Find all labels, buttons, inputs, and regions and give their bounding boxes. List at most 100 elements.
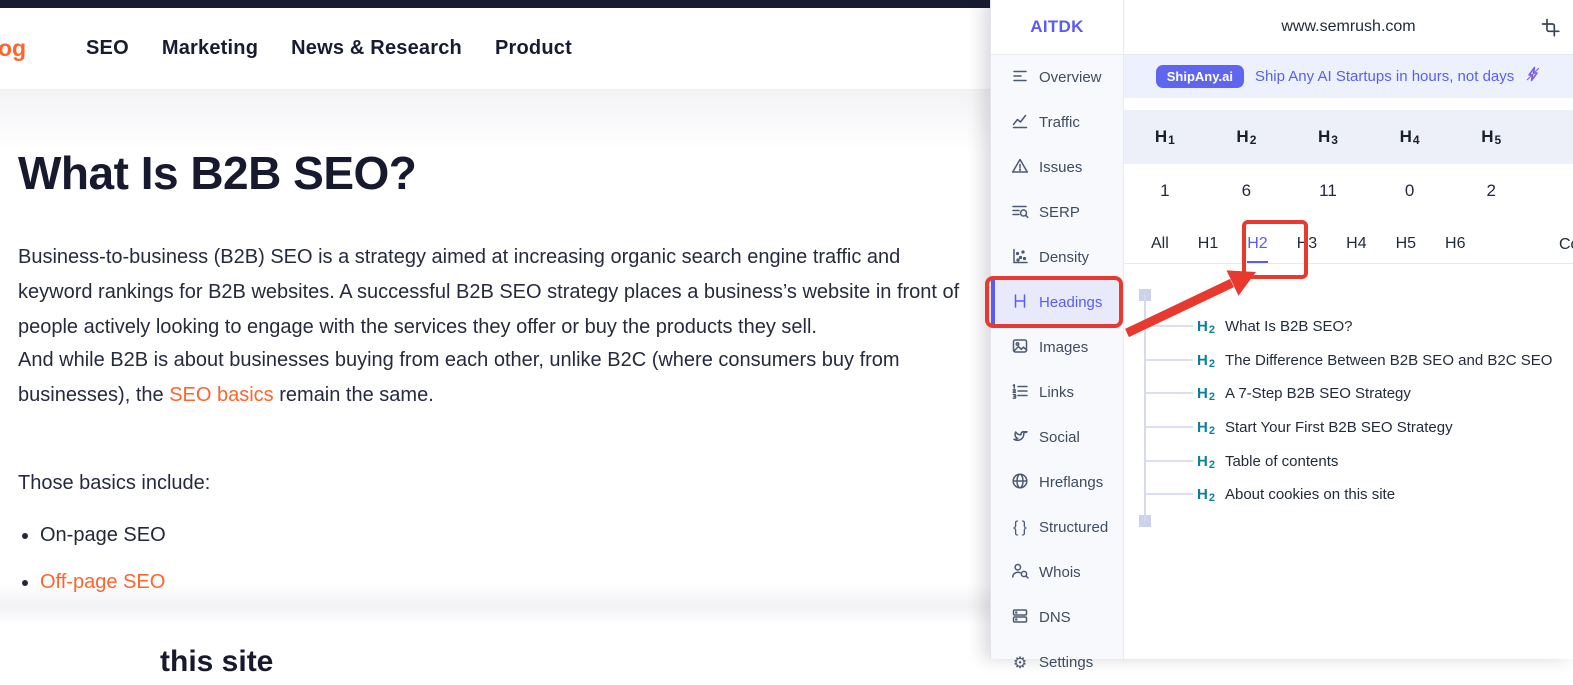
lightning-icon	[1525, 66, 1541, 87]
overview-icon	[1011, 67, 1029, 89]
stat-count-h5: 2	[1450, 164, 1532, 218]
sidebar-item-label: Social	[1039, 429, 1080, 446]
heading-text: Table of contents	[1225, 453, 1338, 470]
blog-page: og SEO Marketing News & Research Product…	[0, 0, 997, 659]
sidebar-item-label: Density	[1039, 249, 1089, 266]
sidebar-item-overview[interactable]: Overview	[991, 55, 1123, 100]
stat-count-h3: 11	[1287, 164, 1369, 218]
heading-text: A 7-Step B2B SEO Strategy	[1225, 385, 1411, 402]
tab-h6[interactable]: H6	[1445, 226, 1465, 263]
off-page-seo-link[interactable]: Off-page SEO	[40, 571, 165, 593]
stat-col-h5: H5	[1450, 110, 1532, 164]
sidebar-item-headings[interactable]: Headings	[991, 280, 1123, 325]
article-paragraph-2: And while B2B is about businesses buying…	[18, 343, 965, 413]
tab-all[interactable]: All	[1151, 226, 1169, 263]
sidebar-item-label: DNS	[1039, 609, 1071, 626]
h2-level-badge: H2	[1197, 486, 1215, 503]
paragraph-text: And while B2B is about businesses buying…	[18, 349, 900, 406]
sidebar-item-issues[interactable]: Issues	[991, 145, 1123, 190]
blog-nav-links: SEO Marketing News & Research Product	[86, 37, 572, 60]
nav-link-seo[interactable]: SEO	[86, 37, 129, 60]
nav-link-product[interactable]: Product	[495, 37, 572, 60]
sidebar-item-serp[interactable]: SERP	[991, 190, 1123, 235]
extension-brand: AITDK	[991, 0, 1123, 55]
section-gradient-top	[0, 90, 997, 152]
sidebar-item-label: Whois	[1039, 564, 1081, 581]
nav-link-news-research[interactable]: News & Research	[291, 37, 462, 60]
h2-level-badge: H2	[1197, 352, 1215, 369]
heading-text: What Is B2B SEO?	[1225, 318, 1353, 335]
extension-sidebar: AITDK Overview Traffic Issues SERP Densi…	[991, 0, 1124, 659]
heading-list-item[interactable]: H2 About cookies on this site	[1197, 483, 1395, 505]
heading-list-item[interactable]: H2 Start Your First B2B SEO Strategy	[1197, 416, 1453, 438]
shipany-promo-banner[interactable]: ShipAny.ai Ship Any AI Startups in hours…	[1124, 55, 1573, 98]
heading-list-item[interactable]: H2 What Is B2B SEO?	[1197, 315, 1353, 337]
sidebar-item-label: Hreflangs	[1039, 474, 1103, 491]
sidebar-item-images[interactable]: Images	[991, 325, 1123, 370]
article-paragraph-3: Those basics include:	[18, 466, 965, 501]
extension-header: www.semrush.com	[1124, 0, 1573, 55]
h2-level-badge: H2	[1197, 318, 1215, 335]
stat-col-h3: H3	[1287, 110, 1369, 164]
blog-logo-fragment[interactable]: og	[0, 35, 22, 62]
ordered-list-icon	[1011, 382, 1029, 404]
sidebar-item-label: SERP	[1039, 204, 1080, 221]
sidebar-item-structured[interactable]: { } Structured	[991, 505, 1123, 550]
list-item-text: On-page SEO	[40, 524, 166, 546]
blog-navbar: og SEO Marketing News & Research Product	[0, 8, 997, 90]
seo-basics-link[interactable]: SEO basics	[169, 384, 273, 406]
list-search-icon	[1011, 202, 1029, 224]
image-icon	[1011, 337, 1029, 359]
scatter-plot-icon	[1011, 247, 1029, 269]
sidebar-item-social[interactable]: Social	[991, 415, 1123, 460]
paragraph-text: remain the same.	[274, 384, 434, 406]
tab-h5[interactable]: H5	[1396, 226, 1416, 263]
stat-count-h2: 6	[1206, 164, 1288, 218]
list-item: Off-page SEO	[40, 571, 166, 594]
sidebar-item-label: Overview	[1039, 69, 1102, 86]
sidebar-item-links[interactable]: Links	[991, 370, 1123, 415]
heading-h-icon	[1011, 292, 1029, 314]
sidebar-item-whois[interactable]: Whois	[991, 550, 1123, 595]
sidebar-item-label: Links	[1039, 384, 1074, 401]
tab-h4[interactable]: H4	[1346, 226, 1366, 263]
copy-button[interactable]: Copy	[1559, 226, 1573, 264]
sidebar-item-label: Images	[1039, 339, 1088, 356]
page-top-strip	[0, 0, 997, 8]
sidebar-item-traffic[interactable]: Traffic	[991, 100, 1123, 145]
article-title: What Is B2B SEO?	[18, 146, 416, 200]
heading-list-item[interactable]: H2 Table of contents	[1197, 450, 1338, 472]
gear-icon: ⚙	[1011, 653, 1029, 673]
shipany-banner-text: Ship Any AI Startups in hours, not days	[1255, 68, 1514, 85]
headings-stats-header: H1 H2 H3 H4 H5	[1124, 110, 1573, 164]
clipped-bottom-heading: this site	[160, 645, 273, 679]
aitdk-extension-panel: AITDK Overview Traffic Issues SERP Densi…	[990, 0, 1573, 659]
sidebar-item-density[interactable]: Density	[991, 235, 1123, 280]
globe-icon	[1011, 472, 1029, 494]
tab-h3[interactable]: H3	[1297, 226, 1317, 263]
sidebar-item-hreflangs[interactable]: Hreflangs	[991, 460, 1123, 505]
sidebar-item-label: Traffic	[1039, 114, 1080, 131]
shipany-badge: ShipAny.ai	[1156, 65, 1244, 88]
sidebar-item-label: Issues	[1039, 159, 1082, 176]
sidebar-item-label: Structured	[1039, 519, 1108, 536]
heading-list-item[interactable]: H2 The Difference Between B2B SEO and B2…	[1197, 349, 1552, 371]
stat-count-h4: 0	[1369, 164, 1451, 218]
tab-h2[interactable]: H2	[1247, 226, 1267, 263]
tab-h1[interactable]: H1	[1198, 226, 1218, 263]
heading-text: About cookies on this site	[1225, 486, 1395, 503]
twitter-bird-icon	[1011, 427, 1029, 449]
stat-col-h4: H4	[1369, 110, 1451, 164]
line-chart-icon	[1011, 112, 1029, 134]
braces-icon: { }	[1011, 519, 1029, 537]
sidebar-item-label: Settings	[1039, 654, 1093, 671]
heading-text: The Difference Between B2B SEO and B2C S…	[1225, 352, 1552, 369]
heading-text: Start Your First B2B SEO Strategy	[1225, 419, 1453, 436]
sidebar-item-settings[interactable]: ⚙ Settings	[991, 640, 1123, 685]
inspected-domain: www.semrush.com	[1281, 18, 1415, 36]
sidebar-item-dns[interactable]: DNS	[991, 595, 1123, 640]
h2-level-badge: H2	[1197, 453, 1215, 470]
heading-list-item[interactable]: H2 A 7-Step B2B SEO Strategy	[1197, 382, 1411, 404]
crop-icon[interactable]	[1541, 18, 1560, 42]
nav-link-marketing[interactable]: Marketing	[162, 37, 258, 60]
